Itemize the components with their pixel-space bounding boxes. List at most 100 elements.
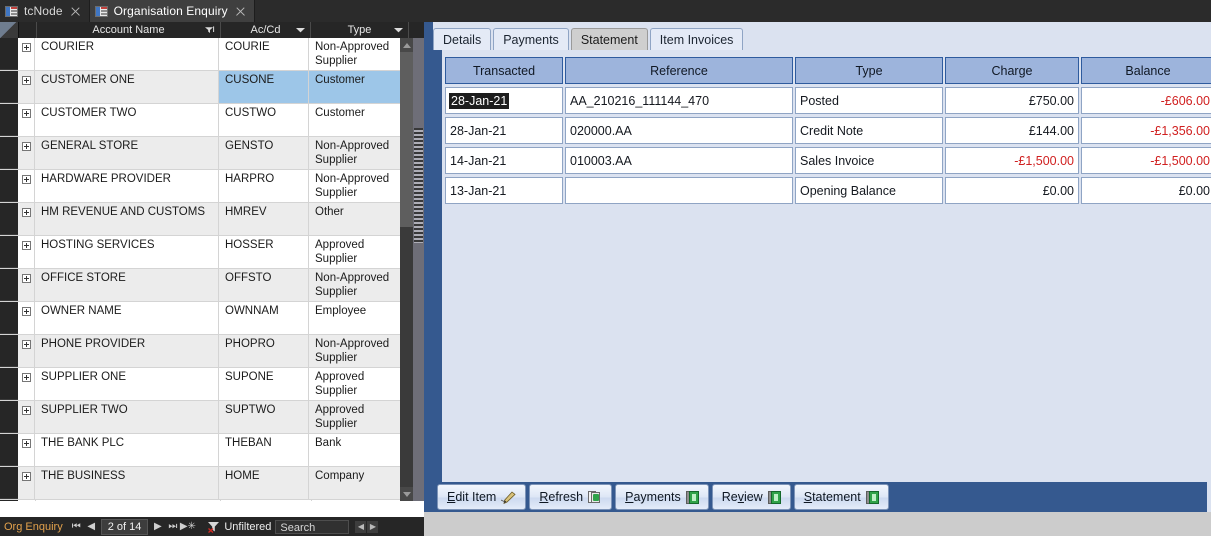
scroll-down-button[interactable] (400, 487, 413, 501)
table-row[interactable]: SUPPLIER ONE SUPONE Approved Supplier (0, 368, 424, 401)
cell-account-name[interactable]: HM REVENUE AND CUSTOMS (35, 203, 219, 235)
expand-row-button[interactable] (18, 203, 35, 235)
record-selector[interactable] (0, 137, 18, 169)
new-record-button[interactable]: ▶✳ (180, 518, 196, 535)
cell-ac-cd[interactable]: CUSONE (219, 71, 309, 103)
record-number-input[interactable]: 2 of 14 (100, 518, 149, 535)
grid-column-header-type[interactable]: Type (795, 57, 943, 84)
cell-ac-cd[interactable]: HOME (219, 467, 309, 499)
tab-statement[interactable]: Statement (570, 28, 648, 50)
record-selector[interactable] (0, 302, 18, 334)
document-tab-organisation-enquiry[interactable]: Organisation Enquiry (89, 0, 255, 22)
select-all-corner[interactable] (0, 22, 19, 38)
document-tab-tcnode[interactable]: tcNode (0, 0, 90, 22)
expand-row-button[interactable] (18, 137, 35, 169)
cell-type[interactable]: Customer (309, 104, 407, 136)
expand-row-button[interactable] (18, 434, 35, 466)
table-row[interactable]: THE BUSINESS HOME Company (0, 467, 424, 500)
tab-item-invoices[interactable]: Item Invoices (649, 28, 744, 50)
expand-row-button[interactable] (18, 269, 35, 301)
statement-row[interactable]: 13-Jan-21 Opening Balance £0.00 £0.00 (445, 177, 1211, 204)
table-row[interactable]: CUSTOMER TWO CUSTWO Customer (0, 104, 424, 137)
statement-grid-rows[interactable]: 28-Jan-21 AA_210216_111144_470 Posted £750.… (442, 87, 1211, 204)
cell-charge[interactable]: £0.00 (945, 177, 1079, 204)
cell-type[interactable]: Posted (795, 87, 943, 114)
datasheet-row-container[interactable]: COURIER COURIE Non-Approved Supplier CUSTOM… (0, 38, 424, 501)
table-row[interactable]: HARDWARE PROVIDER HARPRO Non-Approved Supp… (0, 170, 424, 203)
close-icon[interactable] (69, 5, 82, 18)
first-record-button[interactable]: ⏮ (69, 518, 84, 535)
expand-row-button[interactable] (18, 38, 35, 70)
expand-row-button[interactable] (18, 401, 35, 433)
column-header-type[interactable]: Type (311, 22, 409, 38)
cell-type[interactable]: Bank (309, 434, 407, 466)
cell-reference[interactable]: AA_210216_111144_470 (565, 87, 793, 114)
cell-ac-cd[interactable]: OWNNAM (219, 302, 309, 334)
record-selector[interactable] (0, 401, 18, 433)
cell-ac-cd[interactable]: GENSTO (219, 137, 309, 169)
new-cell-ac-cd[interactable] (221, 500, 312, 501)
cell-balance[interactable]: -£1,356.00 (1081, 117, 1211, 144)
cell-type[interactable]: Opening Balance (795, 177, 943, 204)
scrollbar-thumb[interactable] (400, 52, 413, 227)
next-record-button[interactable]: ▶ (150, 518, 165, 535)
datasheet-vertical-scrollbar[interactable] (400, 38, 413, 501)
record-selector[interactable] (0, 269, 18, 301)
table-row[interactable]: GENERAL STORE GENSTO Non-Approved Supplier (0, 137, 424, 170)
cell-ac-cd[interactable]: HARPRO (219, 170, 309, 202)
cell-type[interactable]: Non-Approved Supplier (309, 269, 407, 301)
cell-transacted[interactable]: 28-Jan-21 (445, 117, 563, 144)
hscroll-left-button[interactable]: ◀ (355, 520, 367, 533)
scroll-up-button[interactable] (400, 38, 413, 52)
record-selector[interactable] (0, 467, 18, 499)
record-selector[interactable] (0, 170, 18, 202)
cell-type[interactable]: Approved Supplier (309, 368, 407, 400)
form-tab-row[interactable]: Details Payments Statement Item Invoices (433, 27, 744, 50)
cell-charge[interactable]: £750.00 (945, 87, 1079, 114)
search-input[interactable]: Search (275, 519, 350, 534)
cell-type[interactable]: Non-Approved Supplier (309, 38, 407, 70)
grid-column-header-reference[interactable]: Reference (565, 57, 793, 84)
cell-ac-cd[interactable]: COURIE (219, 38, 309, 70)
table-row[interactable]: SUPPLIER TWO SUPTWO Approved Supplier (0, 401, 424, 434)
expand-row-button[interactable] (18, 71, 35, 103)
cell-type[interactable]: Non-Approved Supplier (309, 137, 407, 169)
record-selector[interactable] (0, 335, 18, 367)
cell-transacted[interactable]: 28-Jan-21 (445, 87, 563, 114)
expand-row-button[interactable] (18, 236, 35, 268)
cell-type[interactable]: Non-Approved Supplier (309, 170, 407, 202)
statement-row[interactable]: 14-Jan-21 010003.AA Sales Invoice -£1,500.0… (445, 147, 1211, 174)
cell-type[interactable]: Approved Supplier (309, 401, 407, 433)
review-button[interactable]: Review (711, 484, 791, 510)
grid-column-header-transacted[interactable]: Transacted (445, 57, 563, 84)
cell-balance[interactable]: -£1,500.00 (1081, 147, 1211, 174)
cell-transacted[interactable]: 13-Jan-21 (445, 177, 563, 204)
table-row[interactable]: THE BANK PLC THEBAN Bank (0, 434, 424, 467)
filter-status-button[interactable]: Unfiltered (203, 521, 271, 533)
cell-account-name[interactable]: CUSTOMER ONE (35, 71, 219, 103)
edit-item-button[interactable]: Edit Item (437, 484, 527, 510)
grid-column-header-balance[interactable]: Balance (1081, 57, 1211, 84)
table-row[interactable]: PHONE PROVIDER PHOPRO Non-Approved Supplie… (0, 335, 424, 368)
table-row[interactable]: COURIER COURIE Non-Approved Supplier (0, 38, 424, 71)
cell-reference[interactable] (565, 177, 793, 204)
refresh-button[interactable]: Refresh (529, 484, 613, 510)
statement-button[interactable]: Statement (793, 484, 889, 510)
last-record-button[interactable]: ⏭ (165, 518, 180, 535)
hscroll-right-button[interactable]: ▶ (367, 520, 379, 533)
table-row[interactable]: HM REVENUE AND CUSTOMS HMREV Other (0, 203, 424, 236)
close-icon[interactable] (234, 5, 247, 18)
expand-row-button[interactable] (18, 335, 35, 367)
table-row[interactable]: HOSTING SERVICES HOSSER Approved Supplier (0, 236, 424, 269)
table-row[interactable]: OFFICE STORE OFFSTO Non-Approved Supplier (0, 269, 424, 302)
record-selector[interactable] (0, 203, 18, 235)
new-record-row[interactable]: ✳ (0, 500, 424, 501)
cell-ac-cd[interactable]: HOSSER (219, 236, 309, 268)
cell-charge[interactable]: £144.00 (945, 117, 1079, 144)
cell-account-name[interactable]: HARDWARE PROVIDER (35, 170, 219, 202)
cell-ac-cd[interactable]: OFFSTO (219, 269, 309, 301)
cell-account-name[interactable]: OWNER NAME (35, 302, 219, 334)
cell-ac-cd[interactable]: THEBAN (219, 434, 309, 466)
cell-type[interactable]: Other (309, 203, 407, 235)
cell-account-name[interactable]: THE BUSINESS (35, 467, 219, 499)
